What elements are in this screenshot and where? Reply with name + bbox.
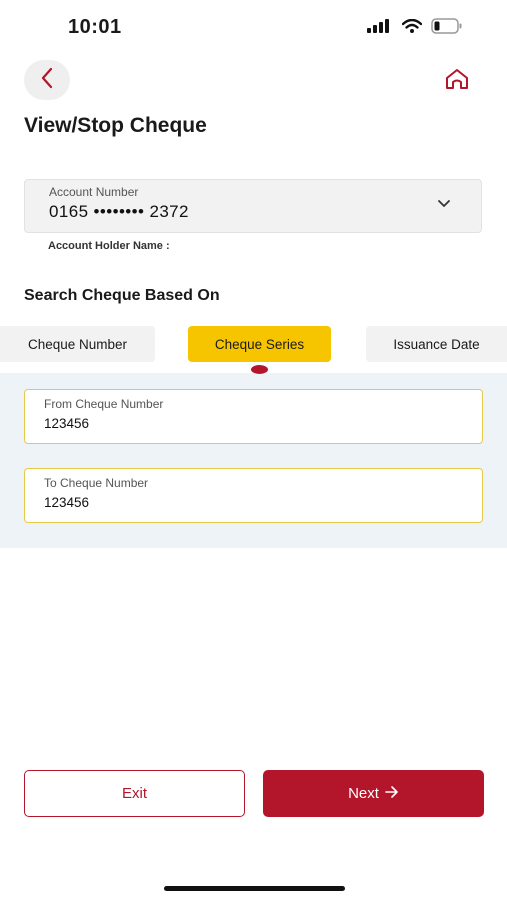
signal-icon <box>367 19 393 38</box>
account-holder-label: Account Holder Name : <box>48 240 170 252</box>
to-cheque-number-input[interactable]: 123456 <box>44 495 89 510</box>
next-button[interactable]: Next <box>263 770 484 817</box>
home-indicator[interactable] <box>164 886 345 891</box>
account-number-label: Account Number <box>49 185 139 199</box>
from-cheque-number-field[interactable]: From Cheque Number 123456 <box>24 389 483 444</box>
battery-icon <box>431 18 463 39</box>
from-cheque-number-label: From Cheque Number <box>44 397 164 411</box>
to-cheque-number-field[interactable]: To Cheque Number 123456 <box>24 468 483 523</box>
page-title: View/Stop Cheque <box>24 114 207 137</box>
exit-button[interactable]: Exit <box>24 770 245 817</box>
from-cheque-number-input[interactable]: 123456 <box>44 416 89 431</box>
account-number-value: 0165 •••••••• 2372 <box>49 202 189 221</box>
tab-cheque-number[interactable]: Cheque Number <box>0 326 155 362</box>
account-selector[interactable]: Account Number 0165 •••••••• 2372 <box>24 179 482 233</box>
to-cheque-number-label: To Cheque Number <box>44 476 149 490</box>
status-icons <box>367 18 463 39</box>
arrow-right-icon <box>385 785 399 802</box>
exit-button-label: Exit <box>121 785 147 802</box>
search-heading: Search Cheque Based On <box>24 287 220 304</box>
tab-cheque-series[interactable]: Cheque Series <box>188 326 331 362</box>
home-icon <box>444 67 470 96</box>
back-button[interactable] <box>24 60 70 100</box>
tab-issuance-date[interactable]: Issuance Date <box>366 326 507 362</box>
next-button-label: Next <box>348 785 379 802</box>
chevron-left-icon <box>40 67 54 94</box>
home-button[interactable] <box>440 64 474 98</box>
selected-tab-indicator <box>251 365 268 374</box>
status-time: 10:01 <box>68 16 122 38</box>
chevron-down-icon <box>437 196 451 214</box>
wifi-icon <box>401 18 423 38</box>
